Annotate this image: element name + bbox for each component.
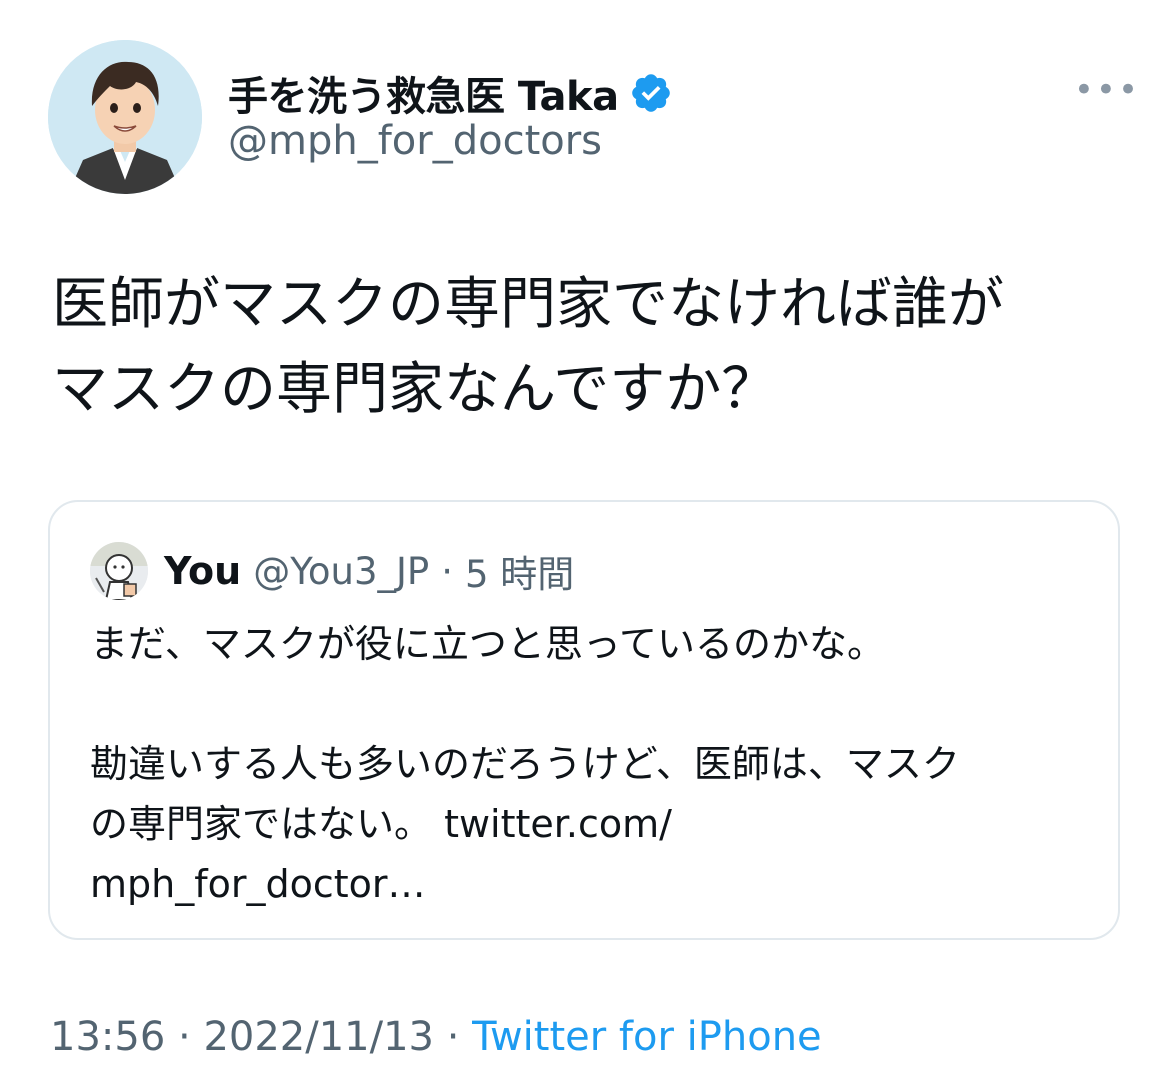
anime-doctor-avatar-icon xyxy=(48,40,202,194)
author-avatar[interactable] xyxy=(48,40,202,194)
cartoon-avatar-icon xyxy=(90,542,148,600)
separator-dot: · xyxy=(446,1014,460,1060)
author-display-name[interactable]: 手を洗う救急医 Taka xyxy=(228,64,619,122)
tweet-time[interactable]: 13:56 xyxy=(50,1014,165,1060)
tweet-text: 医師がマスクの専門家でなければ誰が マスクの専門家なんですか？ xyxy=(52,262,1132,432)
quoted-author-name[interactable]: You xyxy=(164,549,241,593)
quoted-tweet-line: まだ、マスクが役に立つと思っているのかな。 xyxy=(90,622,885,666)
tweet-text-line: マスクの専門家なんですか？ xyxy=(52,357,778,422)
quoted-tweet-body: まだ、マスクが役に立つと思っているのかな。 勘違いする人も多いのだろうけど、医師… xyxy=(90,614,1080,914)
tweet-text-line: 医師がマスクの専門家でなければ誰が xyxy=(52,272,1004,337)
separator-dot: · xyxy=(178,1014,191,1060)
quoted-tweet-line: の専門家ではない。 twitter.com/ xyxy=(90,802,672,846)
verified-badge-icon xyxy=(629,71,673,115)
author-name-row[interactable]: 手を洗う救急医 Taka xyxy=(228,64,673,122)
separator-dot: · xyxy=(441,549,453,593)
tweet-source-link[interactable]: Twitter for iPhone xyxy=(472,1014,822,1060)
quoted-tweet-card[interactable]: You @You3_JP · 5 時間 まだ、マスクが役に立つと思っているのかな… xyxy=(48,500,1120,940)
tweet-date[interactable]: 2022/11/13 xyxy=(203,1014,434,1060)
quoted-author-handle[interactable]: @You3_JP xyxy=(253,550,429,593)
tweet-meta: 13:56 · 2022/11/13 · Twitter for iPhone xyxy=(50,1014,822,1060)
quoted-tweet-time[interactable]: 5 時間 xyxy=(465,544,574,598)
more-options-icon[interactable]: ••• xyxy=(1074,70,1140,110)
quoted-tweet-line: mph_for_doctor… xyxy=(90,862,426,906)
quoted-author-avatar[interactable] xyxy=(90,542,148,600)
quoted-tweet-line: 勘違いする人も多いのだろうけど、医師は、マスク xyxy=(90,742,960,786)
author-handle[interactable]: @mph_for_doctors xyxy=(228,118,602,164)
quoted-tweet-header: You @You3_JP · 5 時間 xyxy=(90,542,574,600)
